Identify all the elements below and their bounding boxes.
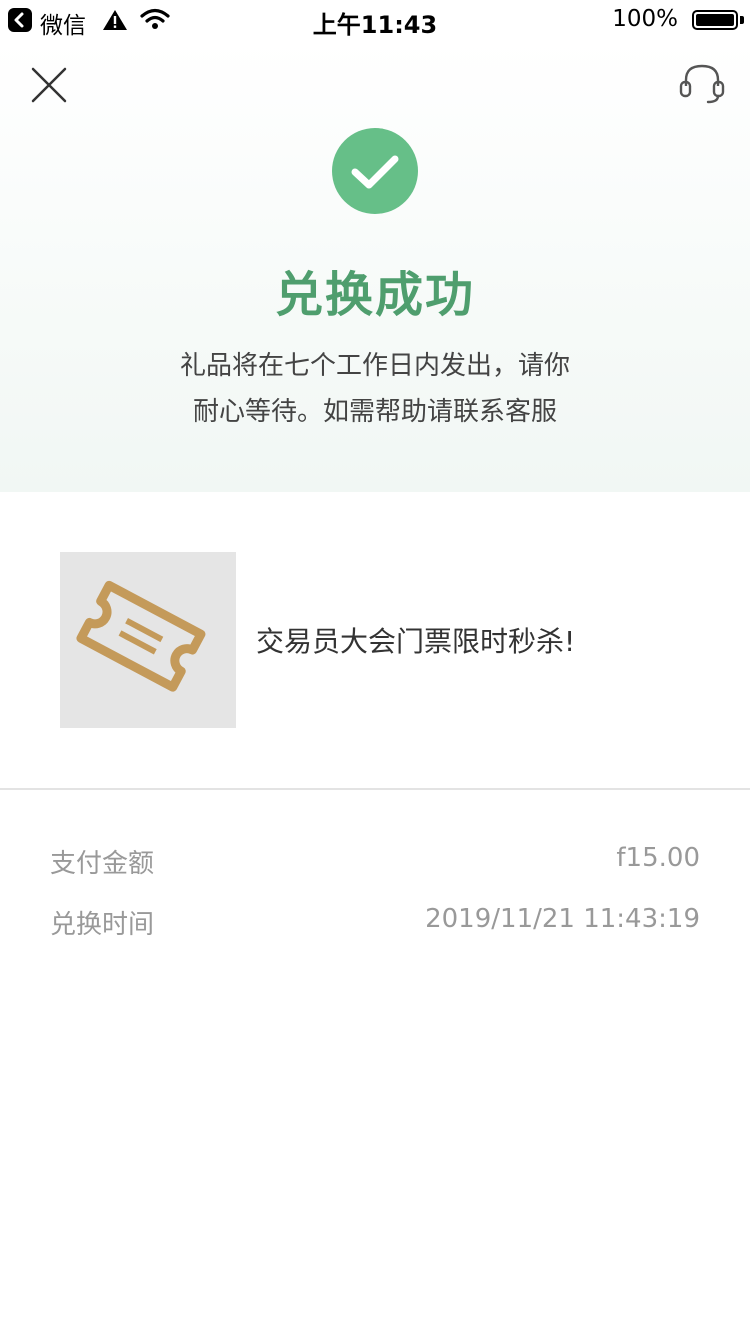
product-name[interactable]: 交易员大会门票限时秒杀! (256, 620, 575, 660)
redeem-time-row: 兑换时间 2019/11/21 11:43:19 (50, 904, 700, 944)
redeem-time-value: 2019/11/21 11:43:19 (425, 904, 700, 934)
divider (0, 788, 750, 790)
payment-amount-row: 支付金额 f15.00 (50, 843, 700, 883)
close-icon[interactable] (28, 64, 70, 106)
payment-amount-label: 支付金额 (50, 849, 155, 879)
headset-icon[interactable] (678, 60, 726, 108)
payment-amount-value: f15.00 (616, 843, 700, 873)
battery-percent: 100% (612, 6, 678, 32)
success-hero: 兑换成功 礼品将在七个工作日内发出，请你 耐心等待。如需帮助请联系客服 (0, 40, 750, 492)
battery-icon (692, 10, 738, 30)
redeem-time-label: 兑换时间 (50, 910, 155, 940)
ticket-icon (76, 580, 206, 692)
description-line-2: 耐心等待。如需帮助请联系客服 (192, 397, 557, 427)
product-thumbnail[interactable] (60, 552, 236, 728)
battery-cap (740, 16, 744, 24)
page-title: 兑换成功 (274, 267, 475, 323)
status-bar: 微信 上午11:43 100% (0, 0, 750, 40)
description-line-1: 礼品将在七个工作日内发出，请你 (179, 351, 570, 381)
success-check-icon (332, 128, 418, 214)
success-description: 礼品将在七个工作日内发出，请你 耐心等待。如需帮助请联系客服 (160, 343, 590, 435)
product-item[interactable]: 交易员大会门票限时秒杀! (0, 492, 750, 788)
